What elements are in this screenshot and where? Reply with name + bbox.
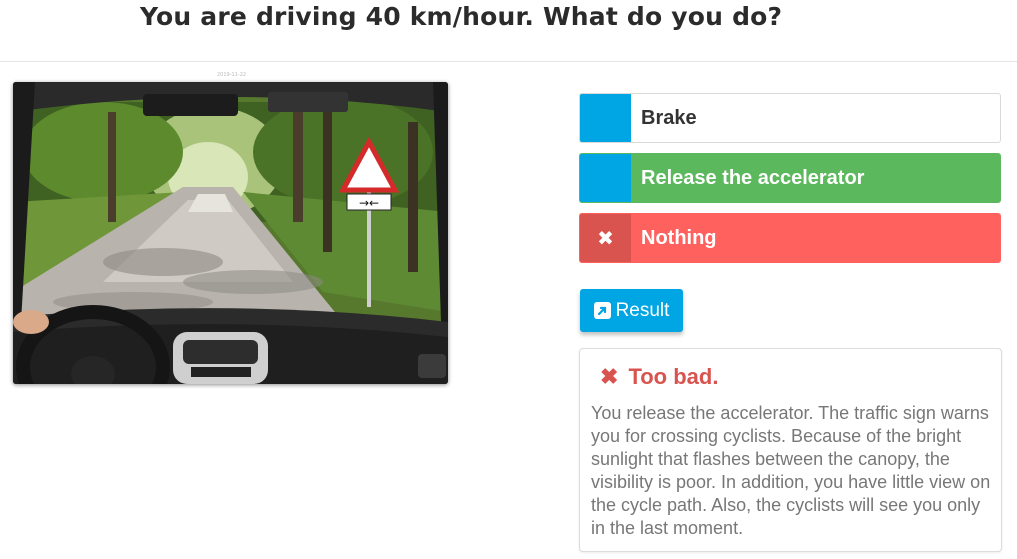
answer-label: Brake xyxy=(641,106,697,129)
answer-option-brake[interactable]: Brake xyxy=(579,93,1001,143)
times-icon: ✖ xyxy=(600,364,619,389)
question-title: You are driving 40 km/hour. What do you … xyxy=(140,2,783,31)
result-button-label: Result xyxy=(615,299,670,321)
feedback-title: Too bad. xyxy=(628,364,719,389)
result-button[interactable]: Result xyxy=(580,289,683,332)
feedback-heading: ✖ Too bad. xyxy=(600,364,718,390)
svg-text:→←: →← xyxy=(359,196,379,210)
external-link-icon xyxy=(593,302,611,319)
question-header: You are driving 40 km/hour. What do you … xyxy=(0,0,1017,62)
feedback-panel: ✖ Too bad. You release the accelerator. … xyxy=(579,348,1002,552)
photo-caption: 2019-11-22 xyxy=(217,72,247,78)
answer-option-release-accelerator[interactable]: Release the accelerator xyxy=(579,153,1001,203)
feedback-text: You release the accelerator. The traffic… xyxy=(591,403,991,538)
answer-option-nothing[interactable]: ✖ Nothing xyxy=(579,213,1001,263)
road-scene-image: →← xyxy=(13,82,448,384)
answer-label: Nothing xyxy=(641,226,717,249)
answer-marker xyxy=(580,94,631,142)
question-photo: →← xyxy=(13,82,448,384)
answer-marker xyxy=(580,154,631,202)
wrong-answer-icon: ✖ xyxy=(580,214,631,262)
answer-label: Release the accelerator xyxy=(641,166,865,189)
